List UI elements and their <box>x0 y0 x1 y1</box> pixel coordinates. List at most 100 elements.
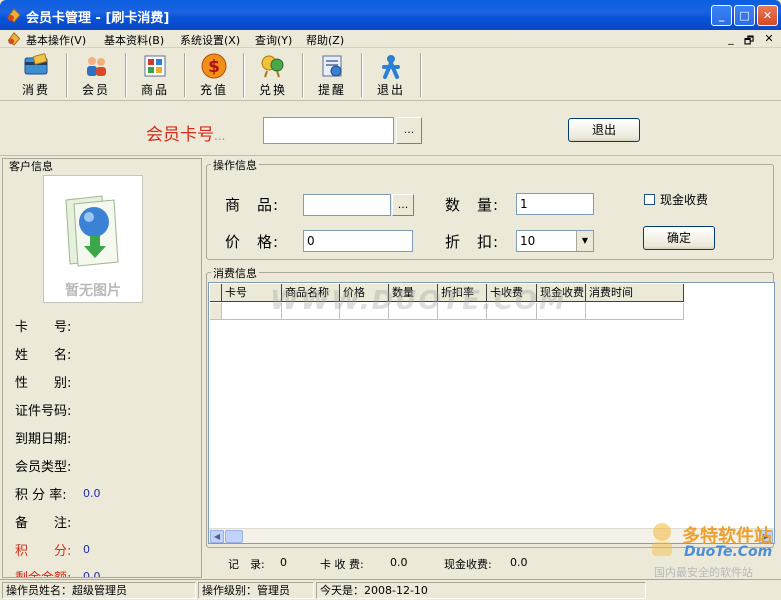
exchange-tool-button[interactable]: 兑换 <box>245 51 301 99</box>
operation-group-title: 操作信息 <box>211 157 259 173</box>
minimize-button[interactable]: _ <box>711 5 732 26</box>
gender-label: 性 别: <box>15 376 72 391</box>
id-no-label: 证件号码: <box>15 404 72 419</box>
points-value: 0 <box>83 543 90 556</box>
site-watermark: WWW.DUOTE.COM <box>270 286 567 316</box>
duote-watermark-logo: 多特软件站 DuoTe.Com 国内最安全的软件站 <box>640 518 780 580</box>
menu-bar: 基本操作(V) 基本资料(B) 系统设置(X) 查询(Y) 帮助(Z) _ 🗗 … <box>0 30 781 48</box>
menu-query[interactable]: 查询(Y) <box>255 32 292 48</box>
remark-label: 备 注: <box>15 516 72 531</box>
exit-label: 退出 <box>376 83 405 97</box>
exit-icon <box>382 55 400 79</box>
discount-value: 10 <box>520 234 536 248</box>
app-menu-icon[interactable] <box>6 31 22 46</box>
reminder-tool-button[interactable]: 提醒 <box>304 51 360 99</box>
status-today: 今天是：2008-12-10 <box>316 582 646 599</box>
records-value: 0 <box>280 556 287 569</box>
toolbar: 消费 会员 商品 $ 充值 兑换 提醒 退出 <box>0 49 781 101</box>
consumption-grid[interactable]: 卡号 商品名称 价格 数量 折扣率 卡收费 现金收费 消费时间 ◀ ▶ <box>208 282 775 544</box>
goods-label: 商品 <box>140 83 169 97</box>
cash-fee-label: 现金收费: <box>444 558 492 571</box>
expiry-label: 到期日期: <box>15 432 72 447</box>
scroll-left-icon[interactable]: ◀ <box>210 530 224 543</box>
window-title: 会员卡管理 - [刷卡消费] <box>26 11 170 26</box>
menu-help[interactable]: 帮助(Z) <box>306 32 344 48</box>
customer-info-title: 客户信息 <box>7 159 55 174</box>
col-consume-time[interactable]: 消费时间 <box>586 284 684 302</box>
no-photo-text: 暂无图片 <box>65 283 121 299</box>
row-indicator[interactable] <box>210 303 222 320</box>
consume-tool-button[interactable]: 消费 <box>8 51 64 99</box>
cash-payment-checkbox[interactable] <box>644 194 655 205</box>
records-label: 记 录: <box>228 558 265 571</box>
discount-select[interactable]: 10 ▼ <box>516 230 594 252</box>
reminder-icon <box>322 55 342 77</box>
duote-logo-icon <box>652 523 672 556</box>
quantity-label: 数 量: <box>445 196 500 214</box>
toolbar-separator <box>420 53 422 97</box>
menu-settings[interactable]: 系统设置(X) <box>180 32 240 48</box>
members-tool-button[interactable]: 会员 <box>68 51 124 99</box>
exchange-icon <box>261 55 284 78</box>
operation-group: 操作信息 商 品: ... 数 量: 1 现金收费 价 格: 0 折 扣: 10… <box>206 157 774 260</box>
reminder-label: 提醒 <box>317 83 346 97</box>
title-bar: 会员卡管理 - [刷卡消费] _ □ ✕ <box>0 0 781 30</box>
member-card-browse-button[interactable]: ... <box>396 117 422 144</box>
consume-label: 消费 <box>21 83 50 97</box>
card-swipe-icon <box>24 53 48 75</box>
goods-label: 商 品: <box>225 196 280 214</box>
cash-fee-value: 0.0 <box>510 556 528 569</box>
quantity-input[interactable]: 1 <box>516 193 594 215</box>
status-bar: 操作员姓名：超级管理员 操作级别：管理员 今天是：2008-12-10 <box>0 579 781 600</box>
balance-label: 剩余金额: <box>15 567 71 577</box>
points-rate-label: 积 分 率: <box>15 488 67 503</box>
goods-browse-button[interactable]: ... <box>392 194 414 216</box>
grid-cell[interactable] <box>586 303 684 320</box>
customer-info-panel: 客户信息 暂无图片 卡 号: 姓 名: 性 别: 证件号码: 到期日期: 会员类… <box>2 158 202 578</box>
recharge-icon: $ <box>201 53 227 79</box>
exit-tool-button[interactable]: 退出 <box>363 51 419 99</box>
confirm-button[interactable]: 确定 <box>643 226 715 250</box>
mdi-minimize-button[interactable]: _ <box>724 32 738 45</box>
members-label: 会员 <box>81 83 110 97</box>
app-icon <box>7 8 21 23</box>
recharge-tool-button[interactable]: $ 充值 <box>186 51 242 99</box>
svg-text:$: $ <box>208 57 220 77</box>
members-icon <box>87 57 106 76</box>
points-label: 积 分: <box>15 544 72 559</box>
cash-payment-label: 现金收费 <box>660 193 709 207</box>
menu-basic-data[interactable]: 基本资料(B) <box>104 32 164 48</box>
discount-label: 折 扣: <box>445 233 500 251</box>
duote-logo-en: DuoTe.Com <box>684 544 773 560</box>
points-rate-value: 0.0 <box>83 487 101 500</box>
close-button[interactable]: ✕ <box>757 5 778 26</box>
goods-icon <box>144 55 166 77</box>
balance-value: 0.0 <box>83 570 101 578</box>
mdi-close-button[interactable]: ✕ <box>762 32 776 45</box>
recharge-label: 充值 <box>199 83 228 97</box>
exchange-label: 兑换 <box>258 83 287 97</box>
member-card-label: 会员卡号... <box>146 125 226 145</box>
card-no-label: 卡 号: <box>15 320 72 335</box>
dropdown-arrow-icon[interactable]: ▼ <box>576 231 593 251</box>
grid-corner <box>210 284 222 302</box>
member-card-row: 会员卡号... ... 退出 <box>0 102 781 156</box>
consumption-group-title: 消费信息 <box>211 265 259 281</box>
duote-logo-slogan: 国内最安全的软件站 <box>654 566 753 579</box>
member-card-input[interactable] <box>263 117 394 144</box>
status-operator: 操作员姓名：超级管理员 <box>2 582 196 599</box>
name-label: 姓 名: <box>15 348 72 363</box>
exit-button[interactable]: 退出 <box>568 118 640 142</box>
goods-tool-button[interactable]: 商品 <box>127 51 183 99</box>
card-fee-label: 卡 收 费: <box>320 558 364 571</box>
maximize-button[interactable]: □ <box>734 5 755 26</box>
status-level: 操作级别：管理员 <box>198 582 314 599</box>
member-type-label: 会员类型: <box>15 460 72 475</box>
no-photo-icon <box>65 195 119 267</box>
goods-input[interactable] <box>303 194 391 216</box>
price-label: 价 格: <box>225 233 280 251</box>
menu-basic-ops[interactable]: 基本操作(V) <box>26 32 86 48</box>
scroll-thumb[interactable] <box>225 530 243 543</box>
price-input[interactable]: 0 <box>303 230 413 252</box>
customer-photo: 暂无图片 <box>43 175 143 303</box>
